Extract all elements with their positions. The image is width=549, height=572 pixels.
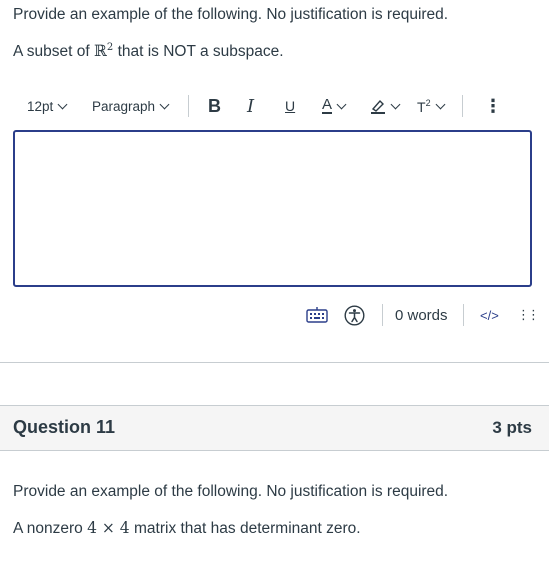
keyboard-shortcuts-button[interactable] <box>306 300 328 330</box>
chevron-down-icon <box>336 99 347 109</box>
math-symbol-reals: ℝ <box>94 42 107 60</box>
italic-icon: I <box>247 95 255 117</box>
chevron-down-icon <box>159 99 170 109</box>
toolbar-divider <box>188 95 189 117</box>
block-format-dropdown[interactable]: Paragraph <box>92 90 170 122</box>
more-options-button[interactable]: ⋮ <box>484 90 502 122</box>
toolbar-divider <box>462 95 463 117</box>
block-format-label: Paragraph <box>92 98 156 114</box>
html-editor-toggle[interactable]: </> <box>480 300 499 330</box>
status-divider <box>463 304 464 326</box>
word-count: 0 words <box>395 306 448 324</box>
chevron-down-icon <box>435 99 446 109</box>
superscript-icon: T2 <box>417 97 431 115</box>
prompt-text-before: A subset of <box>13 43 94 60</box>
font-size-label: 12pt <box>27 98 54 114</box>
status-divider <box>382 304 383 326</box>
superscript-dropdown[interactable]: T2 <box>417 90 446 122</box>
question-prompt: A nonzero 4 × 4 matrix that has determin… <box>13 519 361 538</box>
chevron-down-icon <box>390 99 401 109</box>
chevron-down-icon <box>57 99 68 109</box>
prompt-text-after: matrix that has determinant zero. <box>129 520 361 537</box>
underline-button[interactable]: U <box>285 90 295 122</box>
question-header: Question 11 3 pts <box>0 405 549 451</box>
accessibility-checker-button[interactable] <box>344 300 365 330</box>
bold-icon: B <box>208 95 221 116</box>
question-points: 3 pts <box>492 418 532 437</box>
answer-editor[interactable] <box>13 130 532 287</box>
math-matrix-size: 4 × 4 <box>87 519 130 537</box>
question-title: Question 11 <box>13 417 116 437</box>
accessibility-icon <box>344 304 365 326</box>
prompt-text-after: that is NOT a subspace. <box>113 43 284 60</box>
question-instruction: Provide an example of the following. No … <box>13 6 449 23</box>
text-color-dropdown[interactable]: A <box>322 90 347 122</box>
highlight-color-dropdown[interactable] <box>370 90 401 122</box>
prompt-text-before: A nonzero <box>13 520 88 537</box>
highlighter-icon <box>371 99 385 114</box>
question-instruction: Provide an example of the following. No … <box>13 483 449 500</box>
italic-button[interactable]: I <box>247 90 254 122</box>
resize-handle[interactable]: ⋮⋮ <box>517 300 540 330</box>
text-color-icon: A <box>322 96 333 114</box>
font-size-dropdown[interactable]: 12pt <box>27 90 68 122</box>
keyboard-icon <box>306 307 328 323</box>
section-divider <box>0 362 549 363</box>
editor-toolbar: 12pt Paragraph B I U A T2 ⋮ <box>13 90 531 122</box>
question-prompt: A subset of ℝ2 that is NOT a subspace. <box>13 42 284 61</box>
underline-icon: U <box>285 98 296 114</box>
more-vertical-icon: ⋮ <box>484 95 502 116</box>
bold-button[interactable]: B <box>208 90 221 122</box>
